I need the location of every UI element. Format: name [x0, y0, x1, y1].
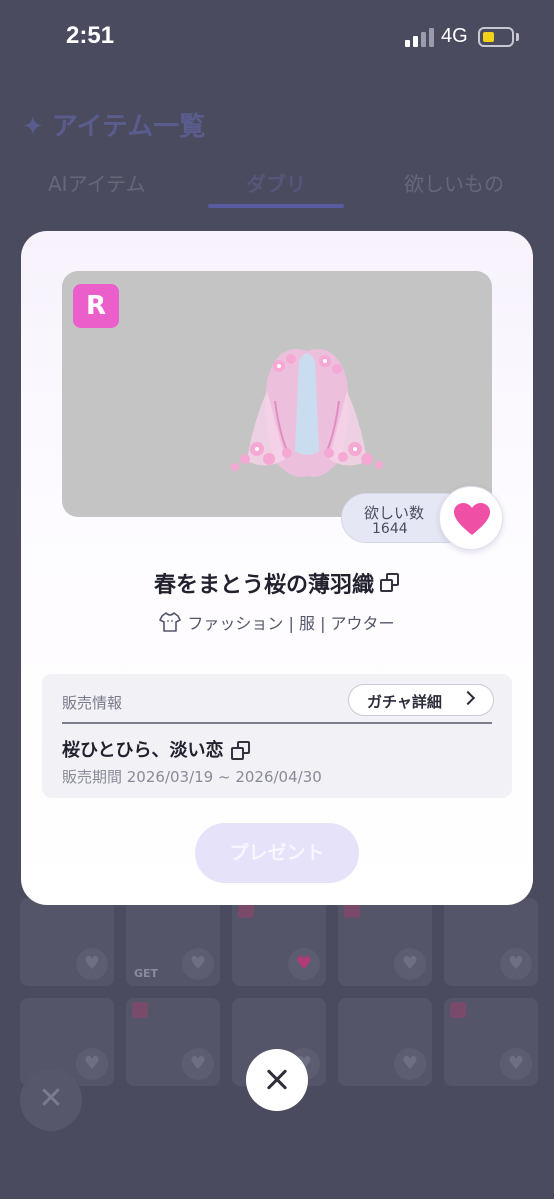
- heart-icon: [454, 503, 490, 535]
- want-count: 1644: [372, 521, 408, 537]
- status-time: 2:51: [66, 22, 115, 49]
- gacha-detail-button[interactable]: ガチャ詳細: [348, 684, 494, 716]
- heart-icon[interactable]: ♥: [76, 948, 108, 980]
- heart-icon[interactable]: ♥: [394, 1048, 426, 1080]
- grid-item[interactable]: ♥: [20, 898, 114, 986]
- network-type: 4G: [441, 25, 468, 47]
- heart-icon[interactable]: ♥: [76, 1048, 108, 1080]
- page-title: ✦ アイテム一覧: [22, 112, 206, 142]
- battery-tip: [516, 33, 519, 41]
- status-bar: 2:51 4G: [0, 0, 554, 80]
- tab-wishlist[interactable]: 欲しいもの: [404, 168, 504, 197]
- tab-ai-items[interactable]: AIアイテム: [48, 168, 146, 197]
- signal-icon: [405, 27, 435, 47]
- chevron-right-icon: [460, 690, 476, 706]
- copy-icon[interactable]: [380, 573, 400, 593]
- rarity-badge: [450, 1002, 466, 1018]
- grid-item[interactable]: ♥: [444, 998, 538, 1086]
- shirt-icon: [159, 612, 182, 632]
- rarity-badge: [132, 1002, 148, 1018]
- item-detail-modal: R 欲しい数 1644 春をまとう桜の薄羽織 ファッション | 服 | アウター…: [21, 231, 533, 905]
- grid-item[interactable]: ♥: [338, 898, 432, 986]
- gacha-name: 桜ひとひら、淡い恋: [62, 736, 251, 762]
- want-heart-button[interactable]: [439, 486, 503, 550]
- heart-icon[interactable]: ♥: [394, 948, 426, 980]
- active-tab-indicator: [208, 204, 344, 208]
- get-label: GET: [134, 967, 159, 980]
- item-title: 春をまとう桜の薄羽織: [21, 567, 533, 599]
- heart-icon[interactable]: ♥: [288, 948, 320, 980]
- present-button[interactable]: プレゼント: [195, 823, 359, 883]
- sparkle-icon: ✦: [22, 112, 44, 142]
- grid-item[interactable]: ♥: [232, 898, 326, 986]
- grid-item[interactable]: ♥: [338, 998, 432, 1086]
- item-image: [62, 271, 492, 517]
- divider: [62, 722, 492, 724]
- copy-icon[interactable]: [231, 741, 251, 761]
- item-category: ファッション | 服 | アウター: [21, 610, 533, 634]
- sale-info-card: 販売情報 ガチャ詳細 桜ひとひら、淡い恋 販売期間 2026/03/19 ~ 2…: [42, 674, 512, 798]
- heart-icon[interactable]: ♥: [182, 948, 214, 980]
- tab-duplicates[interactable]: ダブリ: [246, 168, 306, 197]
- sale-info-label: 販売情報: [62, 694, 123, 712]
- rarity-badge: R: [73, 284, 119, 328]
- sale-period: 販売期間 2026/03/19 ~ 2026/04/30: [62, 768, 322, 786]
- heart-icon[interactable]: ♥: [500, 948, 532, 980]
- close-icon[interactable]: [246, 1049, 308, 1111]
- battery-icon: [478, 27, 514, 47]
- grid-item[interactable]: GET ♥: [126, 898, 220, 986]
- heart-icon[interactable]: ♥: [500, 1048, 532, 1080]
- heart-icon[interactable]: ♥: [182, 1048, 214, 1080]
- grid-item[interactable]: ♥: [444, 898, 538, 986]
- grid-item[interactable]: ♥: [126, 998, 220, 1086]
- item-artwork: [231, 349, 383, 477]
- want-label: 欲しい数: [364, 504, 425, 522]
- background-close-icon: ✕: [20, 1069, 82, 1131]
